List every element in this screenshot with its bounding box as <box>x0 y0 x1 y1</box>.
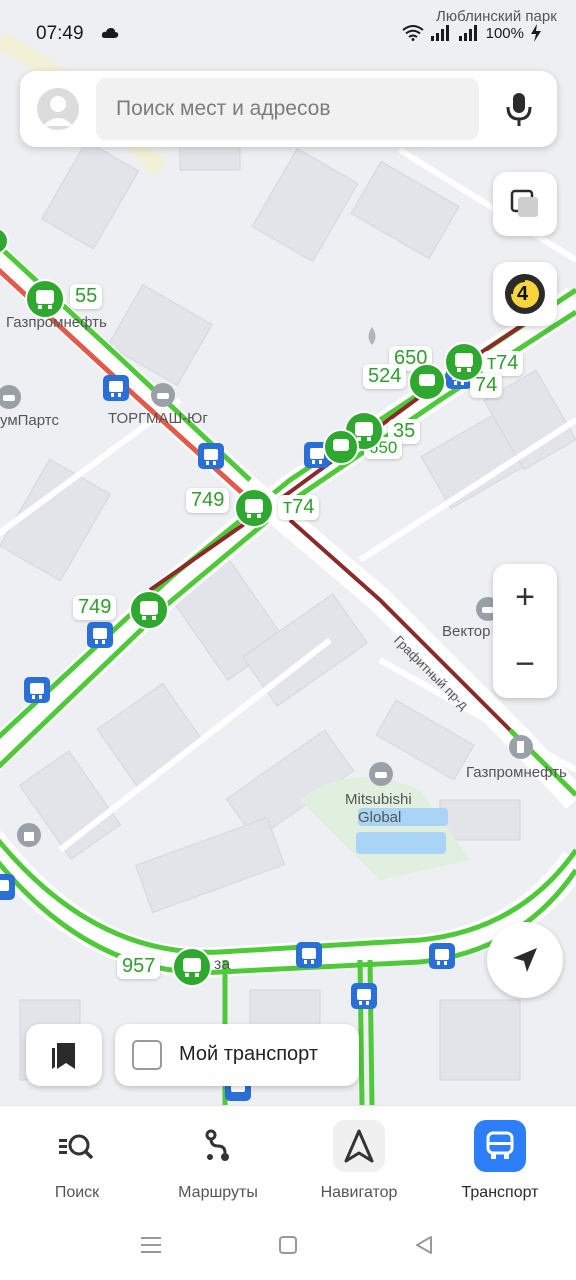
place-label: умПартс <box>0 412 59 429</box>
search-icon <box>51 1120 103 1172</box>
bus-vehicle-icon[interactable] <box>322 428 360 466</box>
search-card <box>20 71 557 147</box>
car-service-icon[interactable] <box>368 761 394 787</box>
menu-icon[interactable] <box>140 1235 162 1255</box>
map-canvas <box>0 31 576 1105</box>
route-label[interactable]: 749 <box>73 595 117 620</box>
map-view[interactable]: Люблинский парк Газпромнефть умПартс ТОР… <box>0 0 576 1105</box>
navigation-arrow-icon <box>513 948 537 972</box>
bus-vehicle-icon[interactable] <box>128 589 170 631</box>
tab-label: Транспорт <box>461 1184 539 1201</box>
tab-search[interactable]: Поиск <box>5 1106 149 1216</box>
user-avatar-icon <box>37 88 79 130</box>
bus-stop-icon[interactable] <box>197 442 225 470</box>
traffic-level: 4 <box>517 283 529 305</box>
route-label[interactable]: т74 <box>278 495 320 520</box>
my-transport-checkbox[interactable] <box>132 1040 162 1070</box>
route-label[interactable]: 957 <box>117 954 161 979</box>
bookmarks-icon <box>52 1043 75 1069</box>
zoom-out-button[interactable]: − <box>493 631 557 698</box>
cloud-icon <box>101 28 119 38</box>
search-input[interactable] <box>96 78 479 140</box>
place-label: Газпромнефть <box>466 764 567 781</box>
layers-icon <box>510 189 538 217</box>
tab-label: Поиск <box>54 1184 100 1201</box>
fuel-station-icon[interactable] <box>508 734 534 760</box>
traffic-button[interactable]: 4 <box>493 262 557 326</box>
bus-stop-icon[interactable] <box>295 941 323 969</box>
my-transport-toggle[interactable]: Мой транспорт <box>115 1024 359 1086</box>
back-icon[interactable] <box>414 1235 434 1255</box>
zoom-controls: + − <box>493 564 557 698</box>
tab-routes[interactable]: Маршруты <box>146 1106 290 1216</box>
routes-icon <box>192 1120 244 1172</box>
place-label: Mitsubishi <box>345 791 412 808</box>
street-label: за <box>214 956 231 973</box>
bus-vehicle-icon[interactable] <box>443 341 485 383</box>
bus-stop-icon[interactable] <box>102 374 130 402</box>
bus-vehicle-icon[interactable] <box>24 278 66 320</box>
bus-vehicle-icon[interactable] <box>171 946 213 988</box>
home-icon[interactable] <box>278 1235 298 1255</box>
system-navigation-bar <box>0 1215 576 1280</box>
bus-stop-icon[interactable] <box>0 873 16 901</box>
bookmarks-button[interactable] <box>26 1024 102 1086</box>
status-bar: 07:49 100% <box>0 0 576 66</box>
tab-label: Навигатор <box>320 1184 398 1201</box>
status-time: 07:49 <box>36 23 84 44</box>
wifi-icon <box>402 25 424 41</box>
bottom-tab-bar: Поиск Маршруты Навигатор Транспорт <box>0 1105 576 1215</box>
bus-stop-icon[interactable] <box>86 621 114 649</box>
bus-vehicle-icon[interactable] <box>407 362 447 402</box>
route-label[interactable]: 55 <box>70 284 103 309</box>
route-label[interactable]: 749 <box>186 488 230 513</box>
bus-stop-icon[interactable] <box>350 982 378 1010</box>
water-drop-icon <box>368 327 376 345</box>
bus-stop-icon[interactable] <box>23 676 51 704</box>
signal-icon <box>430 25 449 41</box>
status-indicators: 100% <box>402 24 542 42</box>
tab-transport[interactable]: Транспорт <box>428 1106 572 1216</box>
microphone-icon[interactable] <box>504 91 534 127</box>
tab-label: Маршруты <box>178 1184 258 1201</box>
transport-icon <box>474 1120 526 1172</box>
bus-stop-icon[interactable] <box>428 942 456 970</box>
bus-vehicle-icon[interactable] <box>0 226 10 256</box>
place-label: Global <box>358 809 402 826</box>
signal-icon <box>458 25 477 41</box>
bus-vehicle-icon[interactable] <box>233 487 275 529</box>
battery-icon <box>531 24 541 42</box>
layers-button[interactable] <box>493 172 557 236</box>
my-location-button[interactable] <box>487 922 563 998</box>
car-service-icon[interactable] <box>0 384 22 410</box>
battery-percent: 100% <box>485 24 524 42</box>
tab-navigator[interactable]: Навигатор <box>287 1106 431 1216</box>
shop-icon[interactable] <box>16 822 42 848</box>
my-transport-label: Мой транспорт <box>179 1043 318 1065</box>
place-label: ТОРГМАШ-Юг <box>108 410 208 427</box>
zoom-in-button[interactable]: + <box>493 564 557 631</box>
avatar[interactable] <box>37 88 79 130</box>
car-service-icon[interactable] <box>150 382 176 408</box>
route-label[interactable]: 524 <box>363 364 407 389</box>
navigator-icon <box>333 1120 385 1172</box>
